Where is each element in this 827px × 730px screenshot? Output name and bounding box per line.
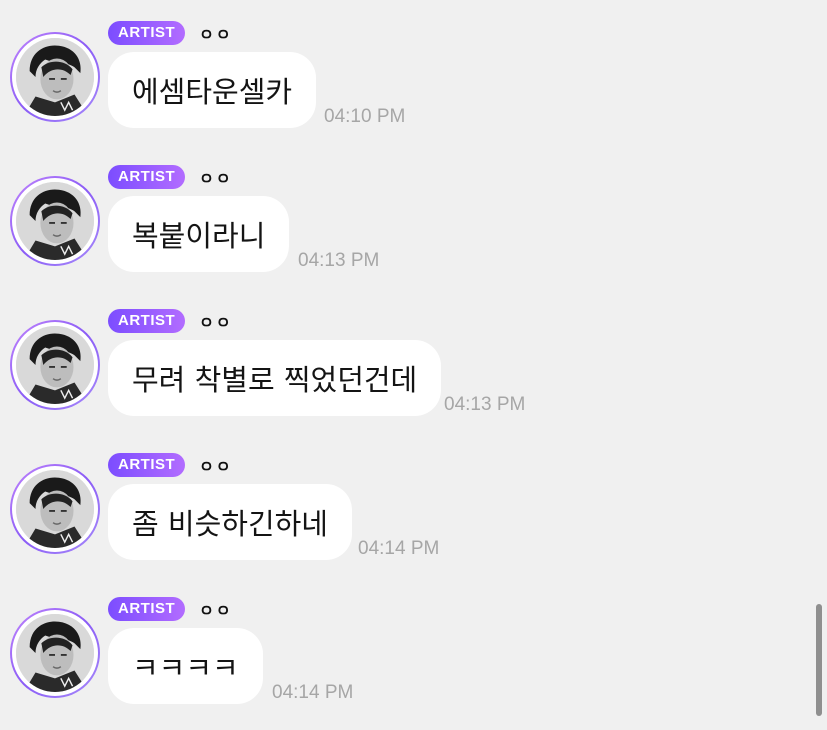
avatar-frame [12,610,98,696]
avatar-photo-icon [16,470,94,548]
chat-message: ARTIST ㅇㅇ ㅋㅋㅋㅋ 04:14 PM [10,596,810,730]
artist-badge: ARTIST [108,597,186,621]
message-bubble[interactable]: 에셈타운셀카 [108,52,317,128]
chat-message: ARTIST ㅇㅇ 복붙이라니 04:13 PM [10,164,810,304]
chat-message: ARTIST ㅇㅇ 좀 비슷하긴하네 04:14 PM [10,452,810,592]
avatar-photo-icon [16,614,94,692]
avatar-frame [12,34,98,120]
avatar-photo-icon [16,182,94,260]
avatar-frame [12,322,98,408]
message-bubble[interactable]: 복붙이라니 [108,196,290,272]
chat-message: ARTIST ㅇㅇ 에셈타운셀카 04:10 PM [10,20,810,160]
avatar-photo-icon [16,326,94,404]
artist-avatar[interactable] [10,176,100,266]
artist-badge: ARTIST [108,165,186,189]
avatar-portrait-icon [16,326,94,404]
artist-badge: ARTIST [108,309,186,333]
message-timestamp: 04:13 PM [444,394,526,415]
sender-nickname[interactable]: ㅇㅇ [199,165,232,189]
artist-badge: ARTIST [108,21,186,45]
sender-nickname[interactable]: ㅇㅇ [199,597,232,621]
sender-row: ARTIST ㅇㅇ [108,20,233,46]
message-bubble[interactable]: ㅋㅋㅋㅋ [108,628,263,704]
message-timestamp: 04:14 PM [272,682,354,703]
avatar-photo-icon [16,38,94,116]
artist-avatar[interactable] [10,608,100,698]
message-timestamp: 04:13 PM [298,250,380,271]
sender-row: ARTIST ㅇㅇ [108,596,233,622]
artist-avatar[interactable] [10,464,100,554]
avatar-portrait-icon [16,614,94,692]
message-timestamp: 04:14 PM [358,538,440,559]
sender-row: ARTIST ㅇㅇ [108,308,233,334]
chat-message-list[interactable]: ARTIST ㅇㅇ 에셈타운셀카 04:10 PM ARTIST ㅇㅇ 복붙이라… [0,0,827,730]
artist-avatar[interactable] [10,32,100,122]
avatar-portrait-icon [16,182,94,260]
sender-nickname[interactable]: ㅇㅇ [199,309,232,333]
avatar-frame [12,178,98,264]
sender-row: ARTIST ㅇㅇ [108,452,233,478]
avatar-portrait-icon [16,470,94,548]
avatar-frame [12,466,98,552]
sender-nickname[interactable]: ㅇㅇ [199,21,232,45]
sender-nickname[interactable]: ㅇㅇ [199,453,232,477]
artist-badge: ARTIST [108,453,186,477]
avatar-portrait-icon [16,38,94,116]
message-bubble[interactable]: 무려 착별로 찍었던건데 [108,340,442,416]
chat-message: ARTIST ㅇㅇ 무려 착별로 찍었던건데 04:13 PM [10,308,810,448]
sender-row: ARTIST ㅇㅇ [108,164,233,190]
scrollbar-thumb[interactable] [816,604,822,716]
message-bubble[interactable]: 좀 비슷하긴하네 [108,484,352,560]
artist-avatar[interactable] [10,320,100,410]
message-timestamp: 04:10 PM [324,106,406,127]
